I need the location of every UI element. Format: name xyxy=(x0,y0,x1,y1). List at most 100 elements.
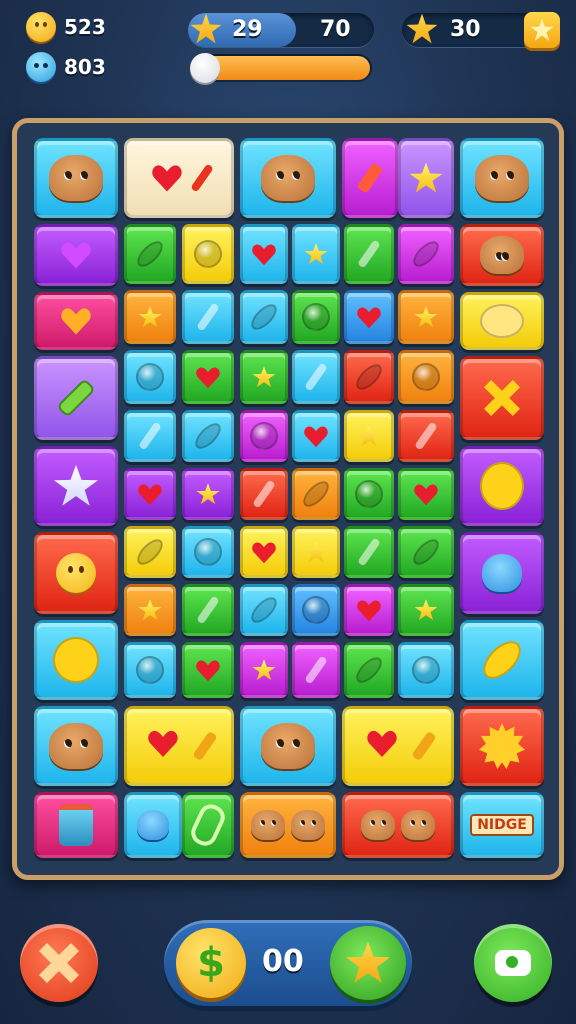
tile-bone[interactable] xyxy=(34,356,118,440)
small-tile[interactable] xyxy=(124,350,176,404)
small-tile[interactable] xyxy=(344,410,394,462)
small-tile[interactable] xyxy=(344,526,394,578)
small-tile[interactable] xyxy=(240,468,288,520)
small-tile[interactable] xyxy=(182,410,234,462)
small-tile[interactable] xyxy=(398,224,454,284)
dollar-icon: $ xyxy=(197,940,225,986)
small-tile[interactable] xyxy=(292,584,340,636)
small-tile[interactable] xyxy=(344,290,394,344)
pickle-icon xyxy=(187,800,229,850)
small-tile[interactable] xyxy=(398,584,454,636)
heart-icon xyxy=(152,165,182,192)
stars-shop-button[interactable] xyxy=(524,12,560,48)
small-tile[interactable] xyxy=(240,290,288,344)
small-tile[interactable] xyxy=(240,350,288,404)
carrot-icon xyxy=(192,730,218,762)
small-tile[interactable] xyxy=(292,410,340,462)
small-tile[interactable] xyxy=(124,468,176,520)
small-tile[interactable] xyxy=(292,642,340,698)
dollar-button[interactable]: $ xyxy=(176,928,246,998)
tile-cross[interactable] xyxy=(460,356,544,440)
tile-heart-pair[interactable] xyxy=(124,706,234,786)
fruit-icon xyxy=(194,240,222,268)
tile-heart-pair[interactable] xyxy=(342,706,454,786)
fruit-icon xyxy=(252,541,276,563)
small-tile[interactable] xyxy=(398,350,454,404)
small-tile[interactable] xyxy=(344,350,394,404)
small-tile[interactable] xyxy=(124,290,176,344)
tile-leaf[interactable] xyxy=(460,620,544,700)
fruit-icon xyxy=(247,300,281,334)
tile-orb[interactable] xyxy=(34,620,118,700)
tile-star[interactable] xyxy=(34,446,118,526)
small-tile[interactable] xyxy=(182,224,234,284)
tile-critter[interactable] xyxy=(34,138,118,218)
small-tile[interactable] xyxy=(182,290,234,344)
small-tile[interactable] xyxy=(182,584,234,636)
small-tile[interactable] xyxy=(240,584,288,636)
energy-knob[interactable] xyxy=(190,53,220,83)
small-tile[interactable] xyxy=(124,224,176,284)
tile-critter[interactable] xyxy=(460,138,544,218)
small-tile[interactable] xyxy=(398,526,454,578)
close-button[interactable] xyxy=(20,924,98,1002)
tile-pickle[interactable] xyxy=(182,792,234,858)
small-tile[interactable] xyxy=(398,642,454,698)
small-tile[interactable] xyxy=(398,468,454,520)
small-tile[interactable] xyxy=(344,468,394,520)
fruit-icon xyxy=(357,537,381,567)
stars-icon xyxy=(406,13,438,44)
small-tile[interactable] xyxy=(182,350,234,404)
small-tile[interactable] xyxy=(182,468,234,520)
small-tile[interactable] xyxy=(240,224,288,284)
small-tile[interactable] xyxy=(182,642,234,698)
tile-badge[interactable]: NIDGE xyxy=(460,792,544,858)
tile-heart-pair[interactable] xyxy=(124,138,234,218)
small-tile[interactable] xyxy=(240,410,288,462)
tile-sun[interactable] xyxy=(460,706,544,786)
small-tile[interactable] xyxy=(292,468,340,520)
tile-heart[interactable] xyxy=(34,224,118,286)
tile-blob[interactable] xyxy=(124,792,182,858)
fruit-icon xyxy=(191,419,225,453)
tile-critter[interactable] xyxy=(240,138,336,218)
small-tile[interactable] xyxy=(398,410,454,462)
camera-button[interactable] xyxy=(474,924,552,1002)
tile-critter[interactable] xyxy=(240,706,336,786)
tile-critter-pair[interactable] xyxy=(240,792,336,858)
tile-blob[interactable] xyxy=(460,532,544,614)
star-icon xyxy=(409,162,443,193)
small-tile[interactable] xyxy=(344,224,394,284)
small-tile[interactable] xyxy=(124,526,176,578)
tile-critter[interactable] xyxy=(460,224,544,286)
small-tile[interactable] xyxy=(182,526,234,578)
tile-star[interactable] xyxy=(398,138,454,218)
tile-critter[interactable] xyxy=(34,706,118,786)
gem-icon xyxy=(26,52,56,82)
tile-orb[interactable] xyxy=(460,292,544,350)
small-tile[interactable] xyxy=(344,584,394,636)
fruit-icon xyxy=(414,483,438,505)
small-tile[interactable] xyxy=(240,642,288,698)
small-tile[interactable] xyxy=(124,584,176,636)
small-tile[interactable] xyxy=(292,526,340,578)
critter-icon xyxy=(49,155,103,201)
tile-mug[interactable] xyxy=(34,792,118,858)
tile-heart[interactable] xyxy=(34,292,118,350)
critter-icon xyxy=(475,155,529,201)
small-tile[interactable] xyxy=(292,350,340,404)
small-tile[interactable] xyxy=(292,290,340,344)
small-tile[interactable] xyxy=(124,410,176,462)
tile-critter-pair[interactable] xyxy=(342,792,454,858)
small-tile[interactable] xyxy=(344,642,394,698)
small-tile[interactable] xyxy=(124,642,176,698)
tile-leaf[interactable] xyxy=(342,138,398,218)
small-tile[interactable] xyxy=(292,224,340,284)
fruit-icon xyxy=(252,243,276,265)
tile-face[interactable] xyxy=(34,532,118,614)
tile-orb[interactable] xyxy=(460,446,544,526)
small-tile[interactable] xyxy=(240,526,288,578)
star-booster-button[interactable] xyxy=(330,926,406,1000)
small-tile[interactable] xyxy=(398,290,454,344)
fruit-icon xyxy=(133,237,167,271)
